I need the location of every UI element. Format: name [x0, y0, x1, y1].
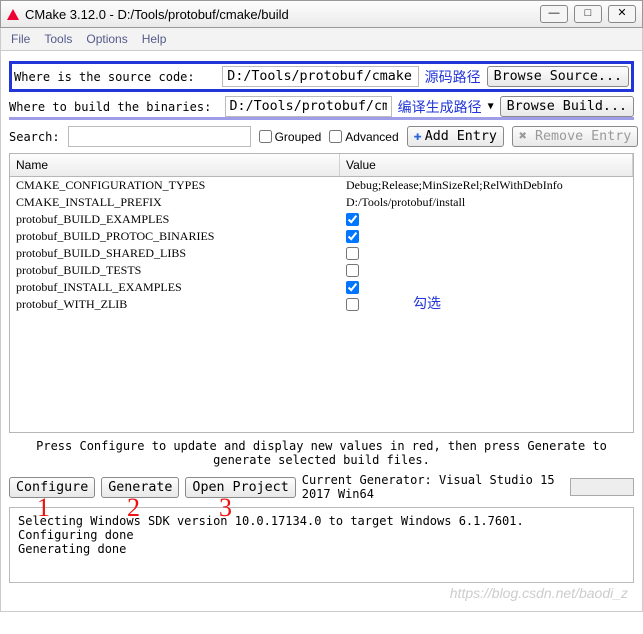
cell-name: protobuf_INSTALL_EXAMPLES — [10, 279, 340, 296]
cell-name: protobuf_WITH_ZLIB — [10, 296, 340, 313]
menu-file[interactable]: File — [11, 32, 30, 46]
build-input[interactable] — [225, 96, 392, 117]
annotation-number-3: 3 — [219, 493, 232, 523]
cell-value[interactable] — [340, 245, 633, 262]
cell-value[interactable] — [340, 296, 633, 313]
cell-value[interactable] — [340, 228, 633, 245]
table-row[interactable]: CMAKE_CONFIGURATION_TYPESDebug;Release;M… — [10, 177, 633, 194]
table-row[interactable]: CMAKE_INSTALL_PREFIXD:/Tools/protobuf/in… — [10, 194, 633, 211]
cache-table: Name Value CMAKE_CONFIGURATION_TYPESDebu… — [9, 153, 634, 433]
search-input[interactable] — [68, 126, 251, 147]
close-button[interactable]: ✕ — [608, 5, 636, 23]
configure-button[interactable]: Configure — [9, 477, 95, 498]
remove-entry-button[interactable]: ✖ Remove Entry — [512, 126, 638, 147]
cmake-logo-icon — [7, 9, 19, 20]
watermark-text: https://blog.csdn.net/baodi_z — [9, 583, 634, 601]
window-title: CMake 3.12.0 - D:/Tools/protobuf/cmake/b… — [25, 7, 540, 22]
cell-name: protobuf_BUILD_TESTS — [10, 262, 340, 279]
add-entry-button[interactable]: ✚Add Entry — [407, 126, 504, 147]
table-row[interactable]: protobuf_INSTALL_EXAMPLES — [10, 279, 633, 296]
source-input[interactable] — [222, 66, 418, 87]
option-checkbox[interactable] — [346, 230, 359, 243]
cell-name: protobuf_BUILD_PROTOC_BINARIES — [10, 228, 340, 245]
remove-icon: ✖ — [519, 129, 535, 144]
cell-value[interactable] — [340, 279, 633, 296]
source-label: Where is the source code: — [14, 70, 216, 84]
bottom-row: Configure Generate Open Project Current … — [9, 473, 634, 501]
search-label: Search: — [9, 130, 60, 144]
cell-value[interactable]: Debug;Release;MinSizeRel;RelWithDebInfo — [340, 177, 633, 194]
cell-value[interactable] — [340, 211, 633, 228]
build-label: Where to build the binaries: — [9, 100, 219, 114]
column-header-name[interactable]: Name — [10, 154, 340, 176]
option-checkbox[interactable] — [346, 298, 359, 311]
history-dropdown-icon[interactable]: ▼ — [488, 101, 494, 112]
annotation-number-2: 2 — [127, 493, 140, 523]
browse-source-button[interactable]: Browse Source... — [487, 66, 629, 87]
table-row[interactable]: protobuf_BUILD_SHARED_LIBS — [10, 245, 633, 262]
cell-value[interactable] — [340, 262, 633, 279]
menubar: File Tools Options Help — [0, 28, 643, 51]
source-row: Where is the source code: 源码路径 Browse So… — [9, 61, 634, 92]
search-row: Search: Grouped Advanced ✚Add Entry ✖ Re… — [9, 126, 634, 147]
option-checkbox[interactable] — [346, 213, 359, 226]
cell-name: protobuf_BUILD_SHARED_LIBS — [10, 245, 340, 262]
menu-options[interactable]: Options — [86, 32, 127, 46]
annotation-check-cn: 勾选 — [413, 293, 441, 313]
menu-help[interactable]: Help — [142, 32, 167, 46]
cell-value[interactable]: D:/Tools/protobuf/install — [340, 194, 633, 211]
generator-info: Current Generator: Visual Studio 15 2017… — [302, 473, 564, 501]
grouped-checkbox[interactable]: Grouped — [259, 130, 322, 144]
output-console[interactable]: Selecting Windows SDK version 10.0.17134… — [9, 507, 634, 583]
plus-icon: ✚ — [414, 129, 422, 144]
option-checkbox[interactable] — [346, 281, 359, 294]
table-row[interactable]: protobuf_WITH_ZLIB — [10, 296, 633, 313]
option-checkbox[interactable] — [346, 247, 359, 260]
table-row[interactable]: protobuf_BUILD_EXAMPLES — [10, 211, 633, 228]
open-project-button[interactable]: Open Project — [185, 477, 295, 498]
maximize-button[interactable]: □ — [574, 5, 602, 23]
annotation-source-cn: 源码路径 — [425, 67, 481, 87]
cell-name: CMAKE_CONFIGURATION_TYPES — [10, 177, 340, 194]
option-checkbox[interactable] — [346, 264, 359, 277]
generate-button[interactable]: Generate — [101, 477, 179, 498]
advanced-checkbox[interactable]: Advanced — [329, 130, 398, 144]
minimize-button[interactable]: — — [540, 5, 568, 23]
annotation-build-cn: 编译生成路径 — [398, 97, 482, 117]
hint-text: Press Configure to update and display ne… — [9, 439, 634, 467]
titlebar: CMake 3.12.0 - D:/Tools/protobuf/cmake/b… — [0, 0, 643, 28]
column-header-value[interactable]: Value — [340, 154, 633, 176]
cell-name: protobuf_BUILD_EXAMPLES — [10, 211, 340, 228]
table-row[interactable]: protobuf_BUILD_TESTS — [10, 262, 633, 279]
browse-build-button[interactable]: Browse Build... — [500, 96, 634, 117]
menu-tools[interactable]: Tools — [44, 32, 72, 46]
progress-bar — [570, 478, 634, 496]
build-row: Where to build the binaries: 编译生成路径 ▼ Br… — [9, 96, 634, 120]
annotation-number-1: 1 — [37, 493, 50, 523]
cell-name: CMAKE_INSTALL_PREFIX — [10, 194, 340, 211]
table-row[interactable]: protobuf_BUILD_PROTOC_BINARIES — [10, 228, 633, 245]
